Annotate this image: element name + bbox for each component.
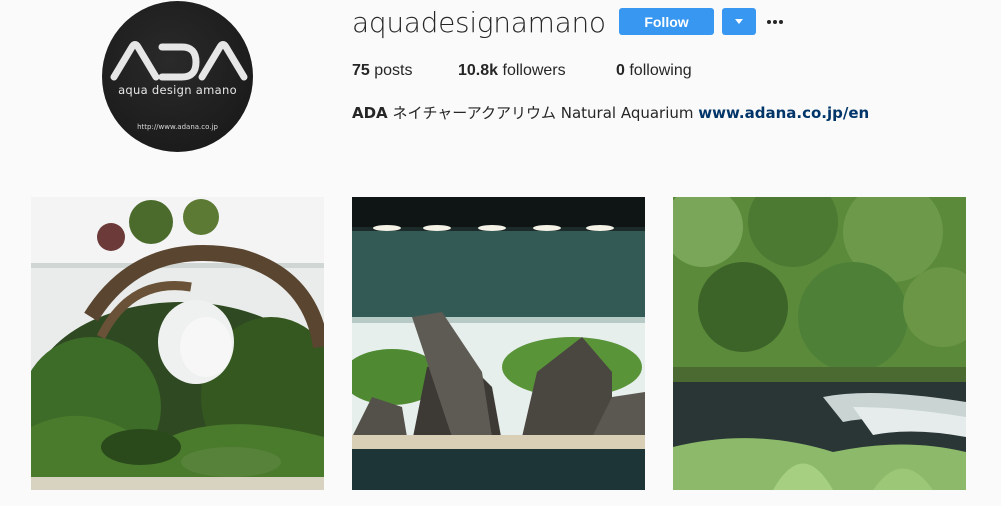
post-thumbnail-1[interactable] <box>31 197 324 490</box>
avatar-url: http://www.adana.co.jp <box>137 123 218 131</box>
more-options-button[interactable] <box>766 8 784 35</box>
followers-label: followers <box>502 62 566 79</box>
post-thumbnail-2[interactable] <box>352 197 645 490</box>
aquascape-photo <box>31 197 324 490</box>
following-stat[interactable]: 0 following <box>616 62 692 80</box>
followers-stat[interactable]: 10.8k followers <box>458 62 566 80</box>
avatar-tagline: aqua design amano <box>118 83 237 97</box>
profile-bio: ADA ネイチャーアクアリウム Natural Aquarium www.ada… <box>352 102 869 123</box>
forest-stream-photo <box>673 197 966 490</box>
bio-name: ADA <box>352 104 388 122</box>
bio-text: ネイチャーアクアリウム Natural Aquarium <box>392 104 694 122</box>
following-count: 0 <box>616 62 625 79</box>
post-thumbnail-3[interactable] <box>673 197 966 490</box>
profile-username: aquadesignamano <box>352 6 606 39</box>
profile-avatar[interactable]: aqua design amano http://www.adana.co.jp <box>102 1 253 152</box>
follow-button[interactable]: Follow <box>619 8 714 35</box>
bio-link[interactable]: www.adana.co.jp/en <box>698 104 869 122</box>
posts-stat: 75 posts <box>352 62 413 80</box>
following-label: following <box>629 62 692 79</box>
rock-aquascape-photo <box>352 197 645 490</box>
followers-count: 10.8k <box>458 62 499 79</box>
suggestions-dropdown-button[interactable] <box>722 8 756 35</box>
posts-label: posts <box>374 62 413 79</box>
posts-count: 75 <box>352 62 370 79</box>
caret-down-icon <box>735 19 743 24</box>
